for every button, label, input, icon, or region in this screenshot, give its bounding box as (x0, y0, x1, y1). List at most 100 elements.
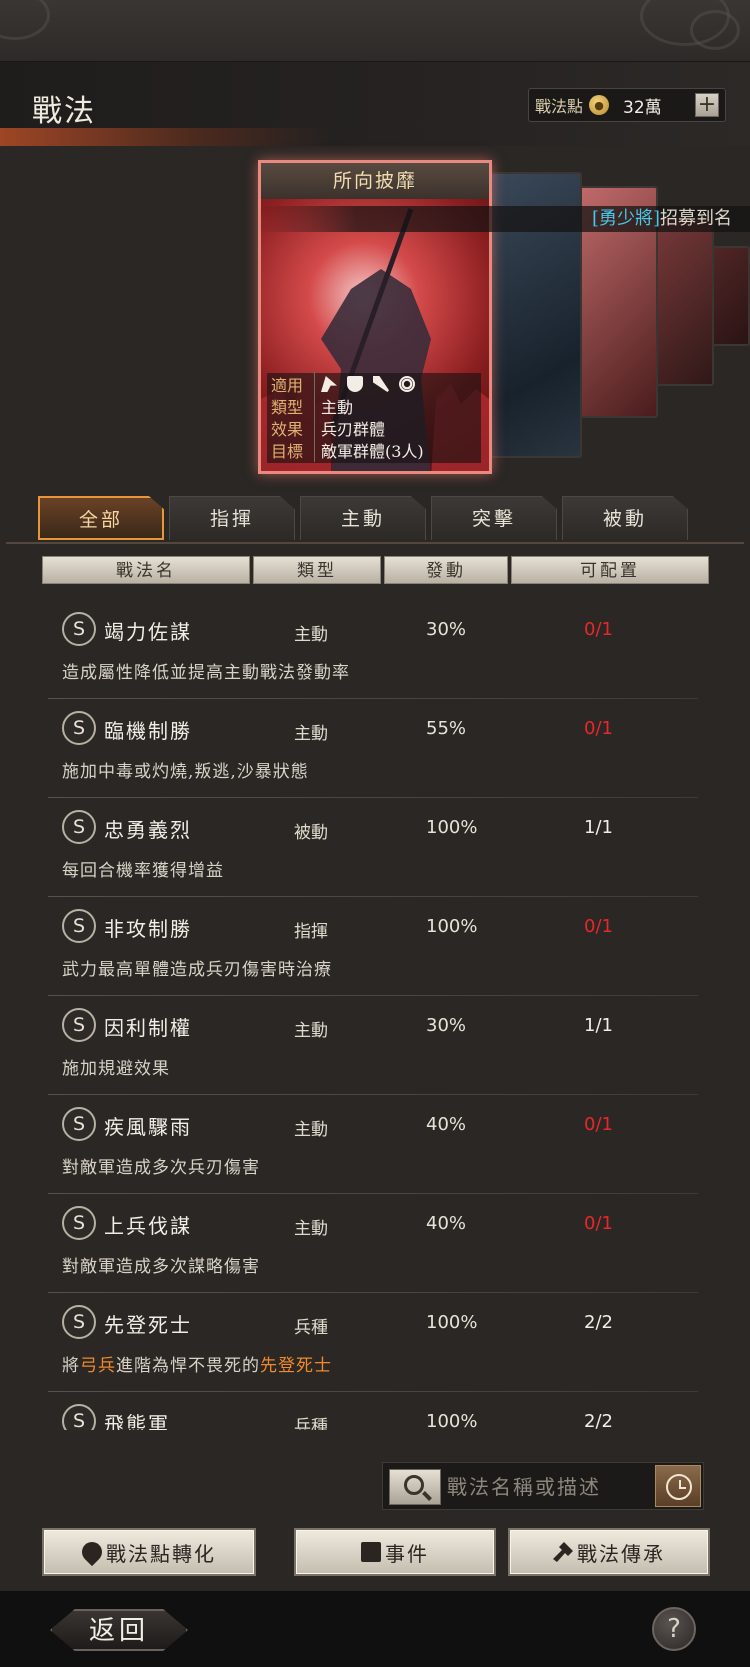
skill-slots: 0/1 (584, 916, 613, 937)
tab-all[interactable]: 全部 (38, 496, 164, 540)
hammer-icon (553, 1542, 573, 1562)
skill-row[interactable]: S 臨機制勝 主動 55% 0/1 施加中毒或灼燒,叛逃,沙暴狀態 (48, 699, 698, 798)
skill-rate: 40% (426, 1213, 467, 1234)
drop-icon (77, 1537, 107, 1567)
applicable-units (315, 376, 415, 392)
grade-badge: S (62, 810, 96, 844)
add-skill-points-button[interactable]: + (695, 93, 719, 117)
skill-rate: 100% (426, 1312, 478, 1333)
inherit-skill-label: 戰法傳承 (577, 1541, 665, 1566)
search-button[interactable] (389, 1469, 441, 1505)
skill-points-value: 32萬 (623, 97, 662, 118)
skill-card-back[interactable] (650, 216, 714, 386)
skill-row[interactable]: S 忠勇義烈 被動 100% 1/1 每回合機率獲得增益 (48, 798, 698, 897)
convert-points-button[interactable]: 戰法點轉化 (42, 1528, 256, 1576)
back-button[interactable]: 返回 (50, 1609, 188, 1651)
skill-rate: 30% (426, 619, 467, 640)
skill-name: 非攻制勝 (104, 917, 192, 941)
grade-badge: S (62, 1305, 96, 1339)
tab-command[interactable]: 指揮 (169, 496, 295, 540)
grade-badge: S (62, 1008, 96, 1042)
skill-row[interactable]: S 先登死士 兵種 100% 2/2 將弓兵進階為悍不畏死的先登死士 (48, 1293, 698, 1392)
skill-list[interactable]: S 竭力佐謀 主動 30% 0/1 造成屬性降低並提高主動戰法發動率 S 臨機制… (48, 600, 698, 1430)
column-header-type[interactable]: 類型 (253, 556, 381, 584)
tabs-divider (6, 542, 744, 544)
skill-description: 將弓兵進階為悍不畏死的先登死士 (62, 1351, 332, 1376)
skill-type: 被動 (294, 823, 328, 843)
skill-row[interactable]: S 非攻制勝 指揮 100% 0/1 武力最高單體造成兵刃傷害時治療 (48, 897, 698, 996)
skill-name: 先登死士 (104, 1313, 192, 1337)
tab-active[interactable]: 主動 (300, 496, 426, 540)
skill-points-label: 戰法點 (535, 97, 584, 116)
skill-slots: 1/1 (584, 1015, 613, 1036)
skill-name: 疾風驟雨 (104, 1115, 192, 1139)
grade-badge: S (62, 909, 96, 943)
cavalry-icon (321, 376, 337, 392)
page-title: 戰法 (32, 94, 96, 129)
skill-row[interactable]: S 竭力佐謀 主動 30% 0/1 造成屬性降低並提高主動戰法發動率 (48, 600, 698, 699)
skill-filter-tabs: 全部 指揮 主動 突擊 被動 (38, 496, 688, 542)
event-button[interactable]: 事件 (294, 1528, 496, 1576)
skill-list-header: 戰法名 類型 發動 可配置 (42, 556, 709, 584)
top-decoration (0, 0, 750, 62)
grade-badge: S (62, 1107, 96, 1141)
header-accent (0, 128, 330, 146)
desc-highlight: 先登死士 (260, 1356, 332, 1376)
desc-highlight: 弓兵 (80, 1356, 116, 1376)
wheel-icon (399, 376, 415, 392)
card-info-value: 主動 (321, 398, 354, 417)
skill-description: 施加中毒或灼燒,叛逃,沙暴狀態 (62, 762, 309, 782)
column-header-rate[interactable]: 發動 (384, 556, 508, 584)
event-label: 事件 (385, 1541, 429, 1566)
skill-slots: 0/1 (584, 718, 613, 739)
search-icon (404, 1475, 424, 1495)
card-info-key: 目標 (267, 438, 315, 462)
help-button[interactable]: ? (652, 1607, 696, 1651)
skill-name: 飛熊軍 (104, 1412, 170, 1430)
card-info-row: 效果 兵刃群體 (267, 416, 481, 440)
tab-passive[interactable]: 被動 (562, 496, 688, 540)
card-info-value: 敵軍群體(3人) (321, 442, 424, 461)
clock-icon (666, 1474, 692, 1500)
skill-row[interactable]: S 疾風驟雨 主動 40% 0/1 對敵軍造成多次兵刃傷害 (48, 1095, 698, 1194)
skill-name: 竭力佐謀 (104, 620, 192, 644)
shield-icon (347, 376, 363, 392)
skill-type: 兵種 (294, 1318, 328, 1338)
event-icon (361, 1542, 381, 1562)
skill-rate: 30% (426, 1015, 467, 1036)
history-button[interactable] (655, 1465, 701, 1507)
skill-rate: 100% (426, 817, 478, 838)
skill-row[interactable]: S 飛熊軍 兵種 100% 2/2 (48, 1392, 698, 1430)
skill-description: 每回合機率獲得增益 (62, 861, 224, 881)
skill-type: 主動 (294, 625, 328, 645)
card-info-key: 效果 (267, 416, 315, 440)
skill-row[interactable]: S 因利制權 主動 30% 1/1 施加規避效果 (48, 996, 698, 1095)
card-info-key: 類型 (267, 394, 315, 418)
skill-slots: 0/1 (584, 619, 613, 640)
skill-description: 造成屬性降低並提高主動戰法發動率 (62, 663, 350, 683)
skill-name: 上兵伐謀 (104, 1214, 192, 1238)
skill-type: 主動 (294, 1219, 328, 1239)
skill-slots: 0/1 (584, 1213, 613, 1234)
column-header-name[interactable]: 戰法名 (42, 556, 250, 584)
skill-type: 指揮 (294, 922, 328, 942)
skill-rate: 55% (426, 718, 467, 739)
skill-description: 對敵軍造成多次兵刃傷害 (62, 1158, 260, 1178)
skill-name: 臨機制勝 (104, 719, 192, 743)
card-info-value: 兵刃群體 (321, 420, 386, 439)
skill-name: 因利制權 (104, 1016, 192, 1040)
skill-points-display: 戰法點 ● 32萬 + (528, 88, 726, 122)
skill-card-carousel[interactable]: 所向披靡 適用 類型 主動 效果 兵刃群體 目標 敵軍群體(3人) [勇少將]招… (0, 146, 750, 486)
tab-assault[interactable]: 突擊 (431, 496, 557, 540)
inherit-skill-button[interactable]: 戰法傳承 (508, 1528, 710, 1576)
skill-slots: 1/1 (584, 817, 613, 838)
search-input[interactable] (447, 1469, 647, 1505)
column-header-slots[interactable]: 可配置 (511, 556, 709, 584)
skill-description: 施加規避效果 (62, 1059, 170, 1079)
recruit-general-name: [勇少將] (591, 208, 660, 229)
skill-type: 主動 (294, 724, 328, 744)
skill-search-bar (382, 1462, 704, 1510)
skill-description: 對敵軍造成多次謀略傷害 (62, 1257, 260, 1277)
skill-slots: 2/2 (584, 1411, 613, 1430)
skill-row[interactable]: S 上兵伐謀 主動 40% 0/1 對敵軍造成多次謀略傷害 (48, 1194, 698, 1293)
